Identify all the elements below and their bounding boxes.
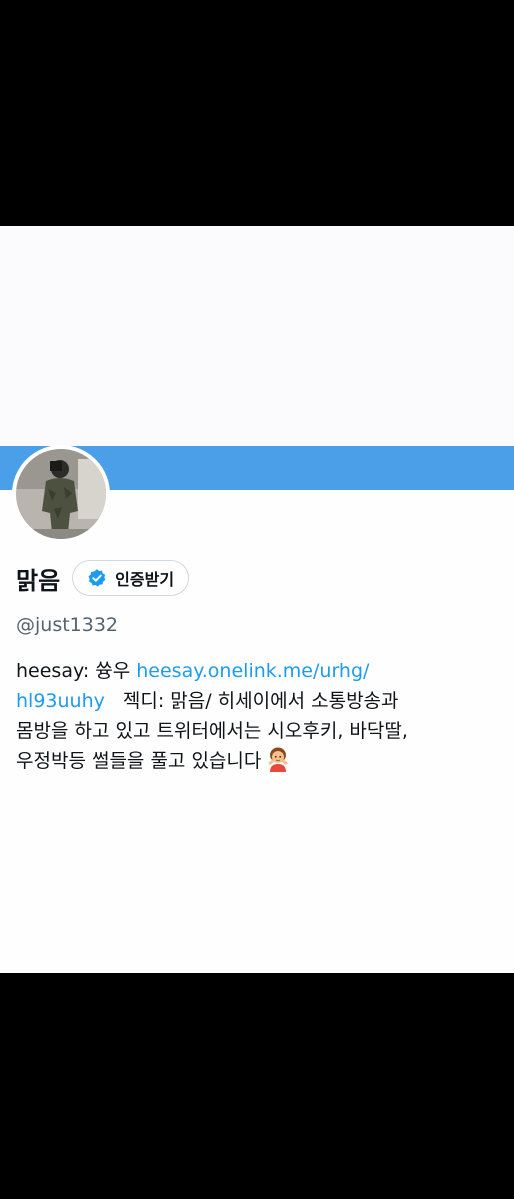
get-verified-label: 인증받기 [115,570,175,589]
user-handle: @just1332 [16,614,119,636]
bio-link-part1[interactable]: heesay.onelink.me/urhg/ [136,660,369,682]
verified-badge-icon [88,569,106,587]
name-row: 맑음 인증받기 [16,558,190,598]
bio-line-1: heesay: 쓩우 heesay.onelink.me/urhg/ [16,656,506,686]
bio-line-2: hl93uuhy 젝디: 맑음/ 히세이에서 소통방송과 [16,686,506,716]
bio-line-4: 우정박등 썰들을 풀고 있습니다 [16,746,506,776]
bio-link-part2[interactable]: hl93uuhy [16,690,105,712]
bio-line-3: 몸방을 하고 있고 트위터에서는 시오후키, 바닥딸, [16,720,408,742]
person-gesturing-emoji-icon [268,747,289,772]
display-name: 맑음 [16,566,61,595]
profile-panel: 맑음 인증받기 @just1332 heesay: 쓩우 heesay.onel… [0,226,514,973]
avatar-photo-icon [16,449,106,539]
bio-line-4-text: 우정박등 썰들을 풀고 있습니다 [16,750,262,772]
get-verified-button[interactable]: 인증받기 [72,560,190,596]
bio-after-link: 젝디: 맑음/ 히세이에서 소통방송과 [122,690,399,712]
avatar[interactable] [12,445,110,543]
top-letterbox [0,0,514,226]
bio-prefix: heesay: 쓩우 [16,660,137,682]
bottom-letterbox [0,973,514,1199]
profile-bio: heesay: 쓩우 heesay.onelink.me/urhg/ hl93u… [16,656,506,776]
